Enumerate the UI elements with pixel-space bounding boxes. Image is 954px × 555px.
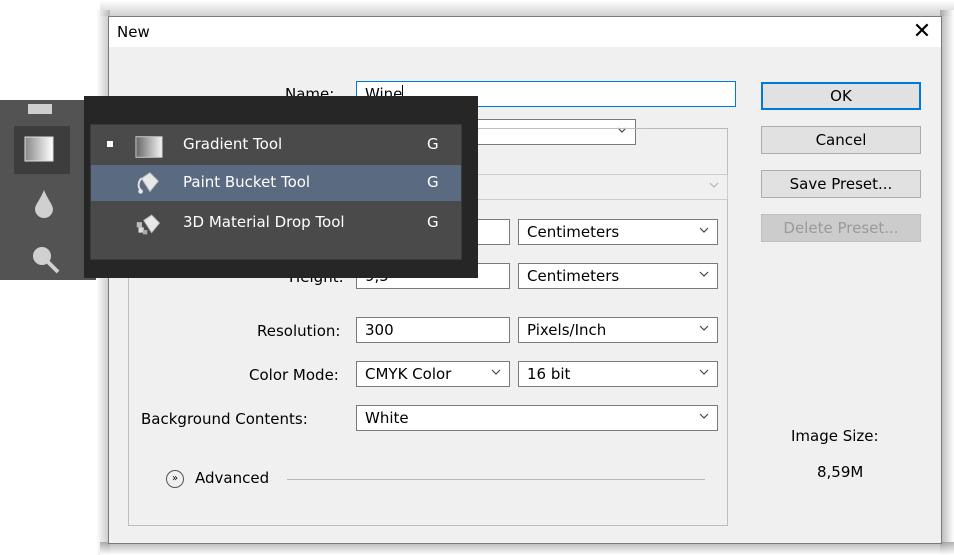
gradient-tool-slot[interactable] <box>14 126 70 174</box>
background-contents-value: White <box>365 409 409 427</box>
dodge-tool-icon[interactable] <box>30 244 60 274</box>
dialog-title: New <box>117 23 150 41</box>
advanced-toggle-label[interactable]: Advanced <box>195 469 269 487</box>
chevron-down-icon <box>699 225 709 235</box>
tool-label: 3D Material Drop Tool <box>183 213 345 231</box>
advanced-divider <box>287 479 705 480</box>
resolution-label: Resolution: <box>257 322 341 340</box>
close-icon[interactable]: ✕ <box>909 19 935 45</box>
background-contents-label: Background Contents: <box>141 410 308 428</box>
paint-bucket-icon <box>137 172 159 194</box>
width-unit-value: Centimeters <box>527 223 620 241</box>
chevron-down-icon <box>699 367 709 377</box>
tools-panel <box>0 100 96 280</box>
color-mode-label: Color Mode: <box>249 366 339 384</box>
bit-depth-select[interactable]: 16 bit <box>518 361 718 387</box>
tool-shortcut: G <box>427 213 439 231</box>
cancel-button[interactable]: Cancel <box>761 126 921 154</box>
gradient-icon <box>135 136 163 158</box>
3d-material-drop-icon <box>136 214 161 235</box>
resolution-unit-value: Pixels/Inch <box>527 321 607 339</box>
selected-indicator-icon <box>107 141 113 147</box>
chevron-down-icon <box>709 180 719 190</box>
width-unit-select[interactable]: Centimeters <box>518 219 718 245</box>
ok-button[interactable]: OK <box>761 82 921 110</box>
color-mode-select[interactable]: CMYK Color <box>356 361 510 387</box>
resolution-input[interactable]: 300 <box>356 317 510 343</box>
tool-shortcut: G <box>427 135 439 153</box>
window-shadow <box>100 0 954 16</box>
3d-material-drop-tool-item[interactable]: 3D Material Drop Tool G <box>91 205 461 241</box>
bit-depth-value: 16 bit <box>527 365 571 383</box>
tool-flyout-menu: Gradient Tool G Paint Bucket Tool G 3D M… <box>90 124 462 260</box>
paint-bucket-tool-item[interactable]: Paint Bucket Tool G <box>91 165 461 201</box>
color-mode-value: CMYK Color <box>365 365 452 383</box>
expand-advanced-icon[interactable]: » <box>166 470 184 488</box>
height-unit-select[interactable]: Centimeters <box>518 263 718 289</box>
chevron-down-icon <box>699 411 709 421</box>
tool-shortcut: G <box>427 173 439 191</box>
blur-drop-icon[interactable] <box>30 188 58 218</box>
tool-label: Gradient Tool <box>183 135 283 153</box>
resolution-input-value: 300 <box>365 321 394 339</box>
delete-preset-button[interactable]: Delete Preset... <box>761 214 921 242</box>
window-shadow <box>940 10 954 555</box>
background-contents-select[interactable]: White <box>356 405 718 431</box>
gradient-tool-item[interactable]: Gradient Tool G <box>91 127 461 163</box>
blur-tool-icon[interactable] <box>22 102 58 116</box>
image-size-value: 8,59M <box>817 463 864 481</box>
resolution-unit-select[interactable]: Pixels/Inch <box>518 317 718 343</box>
tool-label: Paint Bucket Tool <box>183 173 311 191</box>
chevron-down-icon <box>699 323 709 333</box>
save-preset-button[interactable]: Save Preset... <box>761 170 921 198</box>
gradient-tool-icon <box>24 136 54 162</box>
height-unit-value: Centimeters <box>527 267 620 285</box>
chevron-down-icon <box>491 367 501 377</box>
image-size-label: Image Size: <box>791 427 879 445</box>
title-bar: New ✕ <box>109 17 941 47</box>
chevron-down-icon <box>699 269 709 279</box>
section-divider <box>646 128 728 129</box>
